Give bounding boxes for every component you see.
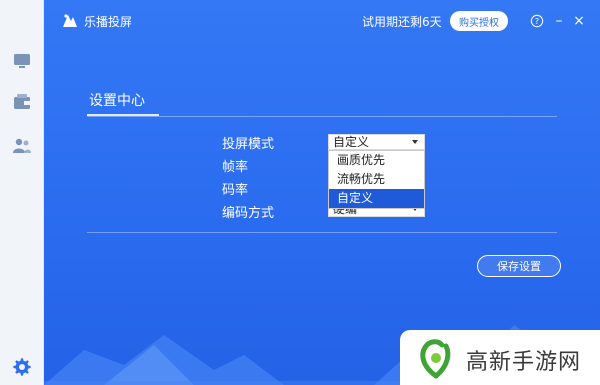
watermark-banner: 高新手游网: [400, 330, 600, 385]
monitor-icon[interactable]: [11, 50, 33, 72]
wallet-icon[interactable]: [11, 91, 33, 113]
settings-center-title: 设置中心: [89, 93, 145, 109]
encoding-method-label: 编码方式: [222, 206, 275, 221]
buy-license-button[interactable]: 购买授权: [450, 11, 508, 31]
close-icon[interactable]: ×: [570, 12, 588, 30]
cast-mode-value: 自定义: [333, 135, 370, 149]
cast-mode-select[interactable]: 自定义: [328, 134, 425, 150]
cast-mode-label: 投屏模式: [222, 137, 275, 152]
dropdown-option-smooth[interactable]: 流畅优先: [329, 170, 424, 189]
title-bar: 乐播投屏 试用期还剩6天 购买授权 ? – ×: [44, 0, 600, 42]
cast-mode-dropdown: 画质优先 流畅优先 自定义: [328, 150, 425, 209]
watermark-text: 高新手游网: [466, 350, 582, 375]
chevron-down-icon: [412, 140, 418, 144]
frame-rate-label: 帧率: [222, 160, 249, 175]
dropdown-option-quality[interactable]: 画质优先: [329, 151, 424, 170]
dropdown-option-custom[interactable]: 自定义: [329, 189, 424, 208]
save-settings-button[interactable]: 保存设置: [477, 255, 561, 277]
bottom-divider: [87, 232, 557, 233]
section-divider: [87, 116, 557, 117]
trial-remaining-text: 试用期还剩6天: [362, 15, 442, 29]
watermark-logo-icon: [420, 339, 451, 379]
left-sidebar: [0, 0, 44, 385]
users-icon[interactable]: [11, 135, 33, 157]
app-logo-icon: [63, 14, 77, 27]
bitrate-label: 码率: [222, 183, 249, 198]
main-panel: 乐播投屏 试用期还剩6天 购买授权 ? – × 设置中心 投屏模式 帧率 码率 …: [44, 0, 600, 385]
app-title: 乐播投屏: [84, 15, 133, 29]
help-icon[interactable]: ?: [528, 12, 546, 30]
minimize-icon[interactable]: –: [550, 12, 568, 30]
settings-gear-icon[interactable]: [11, 356, 33, 378]
help-symbol: ?: [535, 17, 539, 26]
